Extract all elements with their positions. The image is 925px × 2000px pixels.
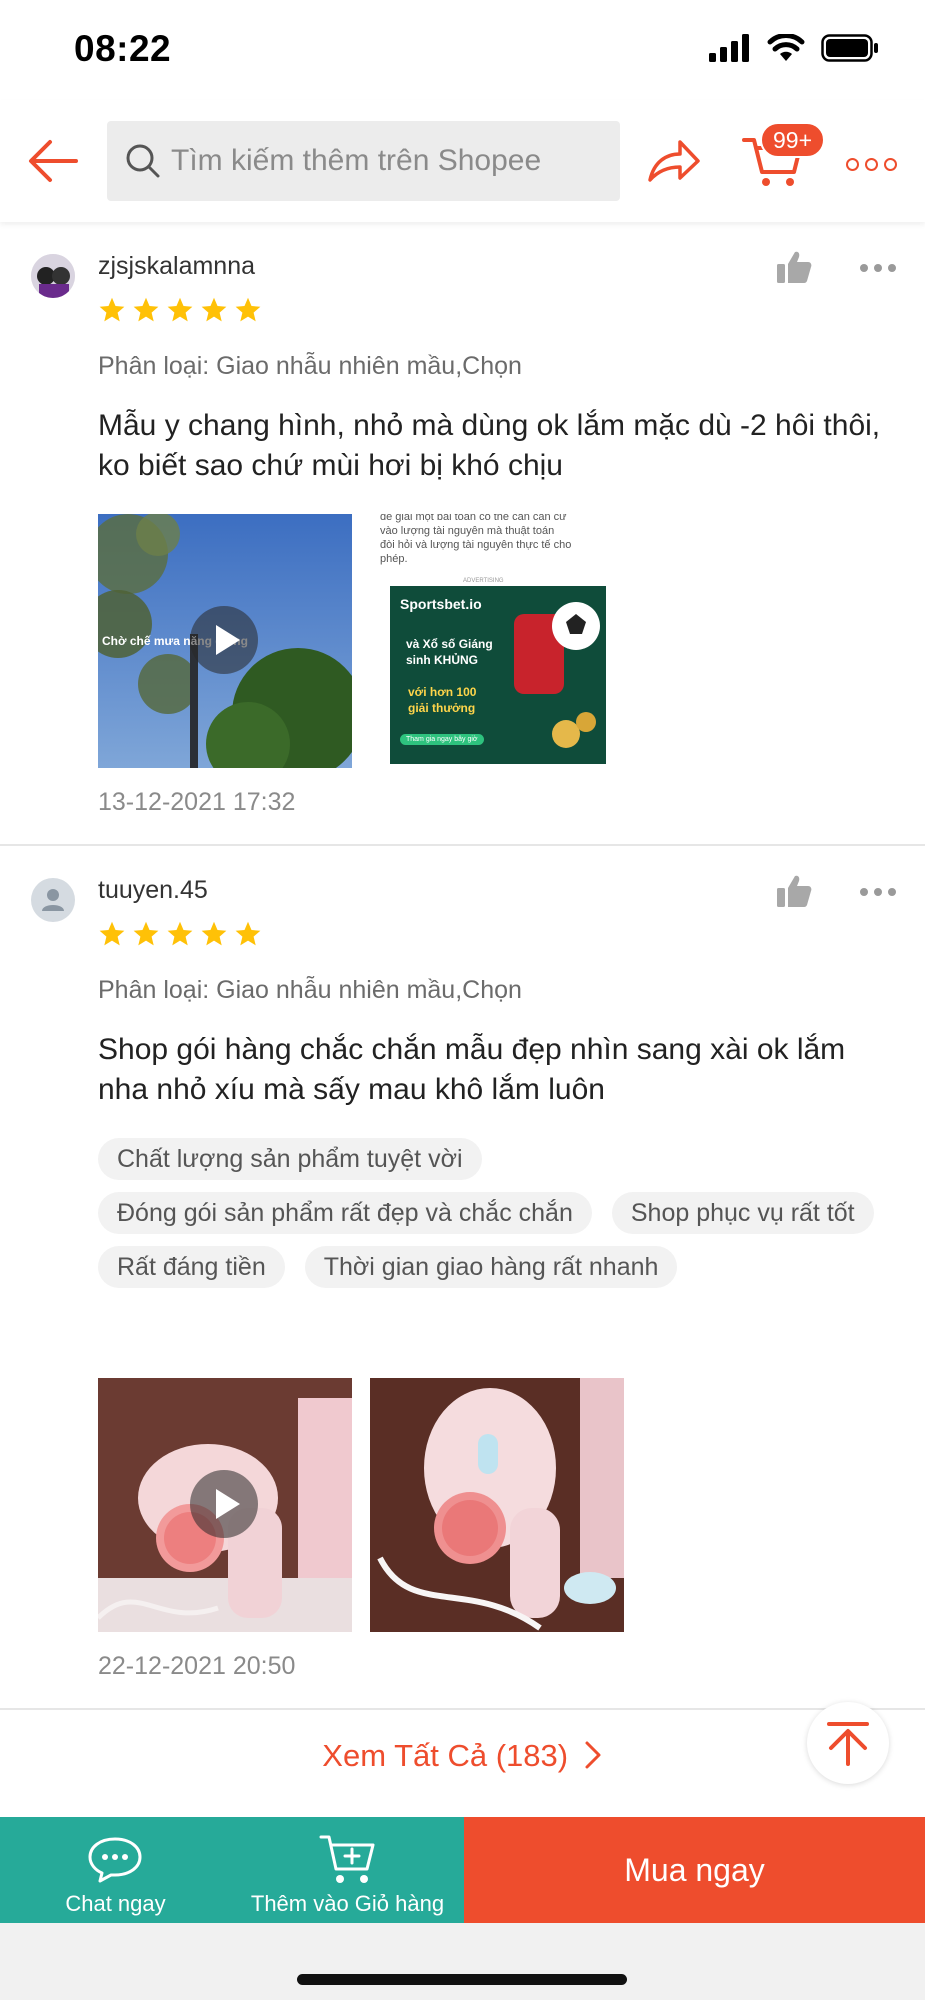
product-variant: Phân loại: Giao nhẫu nhiên mầu,Chọn bbox=[98, 352, 522, 380]
review-tag: Rất đáng tiền bbox=[98, 1246, 285, 1288]
chat-icon bbox=[88, 1837, 142, 1883]
review-image-thumbnail[interactable] bbox=[370, 1378, 624, 1632]
ad-banner: Sportsbet.io và Xổ số Giáng sinh KHỦNG v… bbox=[390, 586, 606, 764]
star-rating bbox=[98, 296, 262, 324]
star-icon bbox=[167, 297, 193, 322]
play-icon bbox=[190, 1470, 258, 1538]
ad-label: ADVERTISING bbox=[463, 578, 504, 584]
review-video-thumbnail[interactable]: Chờ chế mưa năng giông bbox=[98, 514, 352, 768]
star-icon bbox=[235, 921, 261, 946]
see-all-label: Xem Tất Cả (183) bbox=[322, 1738, 569, 1773]
ad-brand: Sportsbet.io bbox=[400, 596, 482, 612]
chat-now-button[interactable]: Chat ngay bbox=[0, 1817, 231, 1923]
review-item: tuuyen.45 Phân loại: Giao nhẫu nhiên mầu… bbox=[0, 846, 925, 1708]
review-tag: Shop phục vụ rất tốt bbox=[611, 1192, 874, 1234]
scroll-to-top-button[interactable] bbox=[807, 1702, 889, 1784]
share-button[interactable] bbox=[646, 134, 702, 188]
review-tag: Đóng gói sản phẩm rất đẹp và chắc chắn bbox=[98, 1192, 592, 1234]
search-icon bbox=[126, 144, 160, 178]
avatar bbox=[31, 878, 75, 922]
review-date: 13-12-2021 17:32 bbox=[98, 788, 296, 816]
ad-headline: và Xổ số Giáng sinh KHỦNG bbox=[406, 637, 493, 667]
ad-subheadline: với hơn 100 giải thưởng bbox=[408, 685, 477, 715]
status-time: 08:22 bbox=[74, 28, 172, 69]
search-placeholder: Tìm kiếm thêm trên Shopee bbox=[171, 144, 542, 177]
more-options-button[interactable] bbox=[846, 158, 897, 171]
ad-graphic bbox=[514, 602, 600, 748]
avatar bbox=[31, 254, 75, 298]
review-tags: Chất lượng sản phẩm tuyệt vời Đóng gói s… bbox=[98, 1138, 898, 1288]
battery-icon bbox=[821, 34, 878, 62]
star-icon bbox=[201, 921, 227, 946]
status-bar: 08:22 bbox=[0, 0, 925, 100]
top-nav-bar: Tìm kiếm thêm trên Shopee 99+ bbox=[0, 100, 925, 222]
cart-count-badge: 99+ bbox=[760, 122, 826, 158]
review-tag: Thời gian giao hàng rất nhanh bbox=[304, 1246, 678, 1288]
back-button[interactable] bbox=[26, 136, 80, 186]
star-icon bbox=[235, 297, 261, 322]
review-more-button[interactable] bbox=[860, 888, 896, 896]
play-icon bbox=[190, 606, 258, 674]
star-icon bbox=[201, 297, 227, 322]
buy-now-label: Mua ngay bbox=[624, 1852, 765, 1888]
share-icon bbox=[648, 140, 700, 182]
star-icon bbox=[133, 921, 159, 946]
default-avatar-icon bbox=[42, 889, 64, 911]
add-to-cart-label: Thêm vào Giỏ hàng bbox=[250, 1891, 445, 1916]
review-tag: Chất lượng sản phẩm tuyệt vời bbox=[98, 1138, 482, 1180]
review-image-thumbnail[interactable]: đề giải một bài toán có thể cần cân cứ v… bbox=[370, 514, 624, 768]
like-button[interactable] bbox=[776, 874, 812, 908]
buy-now-button[interactable]: Mua ngay bbox=[464, 1817, 925, 1923]
product-variant: Phân loại: Giao nhẫu nhiên mầu,Chọn bbox=[98, 976, 522, 1004]
signal-icon bbox=[709, 34, 749, 62]
star-icon bbox=[99, 921, 125, 946]
avatar-image bbox=[31, 254, 75, 298]
home-indicator-area bbox=[0, 1923, 925, 2000]
add-to-cart-icon bbox=[319, 1835, 375, 1883]
arrow-up-icon bbox=[827, 1722, 869, 1766]
review-date: 22-12-2021 20:50 bbox=[98, 1652, 296, 1680]
home-indicator[interactable] bbox=[297, 1974, 627, 1985]
star-rating bbox=[98, 920, 262, 948]
bottom-action-bar: Chat ngay Thêm vào Giỏ hàng Mua ngay bbox=[0, 1817, 925, 1923]
search-bar[interactable]: Tìm kiếm thêm trên Shopee bbox=[107, 121, 620, 201]
thumbs-up-icon bbox=[777, 875, 812, 907]
reviewer-name: zjsjskalamnna bbox=[98, 252, 256, 280]
review-comment: Mẫu y chang hình, nhỏ mà dùng ok lắm mặc… bbox=[98, 409, 881, 482]
wifi-icon bbox=[767, 34, 805, 61]
product-photo bbox=[370, 1378, 624, 1632]
status-icons bbox=[709, 34, 879, 62]
screenshot-article-text: đề giải một bài toán có thể cần cân cứ v… bbox=[380, 514, 572, 565]
star-icon bbox=[167, 921, 193, 946]
review-more-button[interactable] bbox=[860, 264, 896, 272]
review-divider bbox=[0, 1708, 925, 1710]
chevron-right-icon bbox=[585, 1741, 601, 1769]
review-video-thumbnail[interactable] bbox=[98, 1378, 352, 1632]
star-icon bbox=[133, 297, 159, 322]
back-arrow-icon bbox=[29, 140, 78, 182]
chat-now-label: Chat ngay bbox=[65, 1891, 166, 1916]
star-icon bbox=[99, 297, 125, 322]
reviewer-name: tuuyen.45 bbox=[98, 876, 208, 904]
review-item: zjsjskalamnna Phân loại: Giao nhẫu nhiên… bbox=[0, 222, 925, 846]
see-all-reviews-link[interactable]: Xem Tất Cả (183) bbox=[0, 1738, 925, 1774]
review-comment: Shop gói hàng chắc chắn mẫu đẹp nhìn san… bbox=[98, 1033, 846, 1106]
thumbs-up-icon bbox=[777, 251, 812, 283]
like-button[interactable] bbox=[776, 250, 812, 284]
ad-cta: Tham gia ngay bây giờ bbox=[400, 734, 484, 745]
add-to-cart-button[interactable]: Thêm vào Giỏ hàng bbox=[231, 1817, 464, 1923]
